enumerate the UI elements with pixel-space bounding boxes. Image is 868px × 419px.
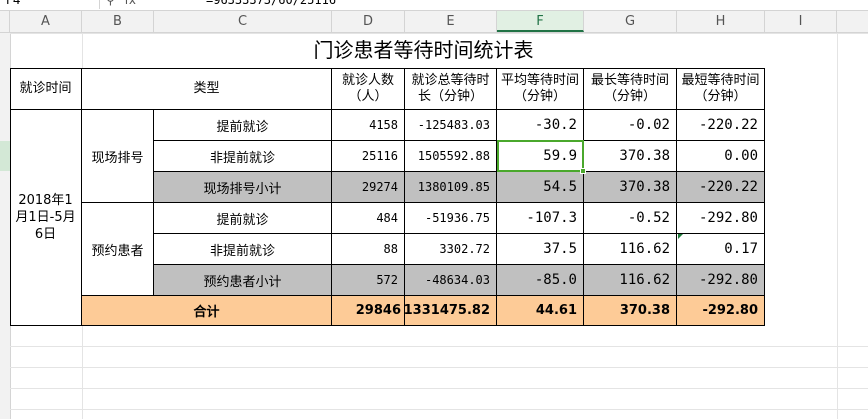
column-header-b[interactable]: B: [82, 11, 154, 32]
column-header-c[interactable]: C: [154, 11, 332, 32]
avg-wait-cell-active[interactable]: 59.9: [497, 141, 584, 172]
min-wait-cell[interactable]: -292.80: [677, 265, 765, 296]
gridline: [10, 409, 868, 410]
visits-cell[interactable]: 484: [332, 203, 405, 234]
total-wait-cell[interactable]: 1505592.88: [405, 141, 497, 172]
gridline: [837, 33, 838, 419]
row-label-cell[interactable]: 非提前就诊: [154, 234, 332, 265]
max-wait-cell[interactable]: 116.62: [584, 265, 677, 296]
fx-area: ⚲ fx: [100, 0, 200, 9]
selected-row-marker: [0, 141, 10, 171]
max-wait-cell[interactable]: 370.38: [584, 172, 677, 203]
sheet-title[interactable]: 门诊患者等待时间统计表: [82, 33, 765, 68]
max-wait-cell[interactable]: -0.02: [584, 110, 677, 141]
row-label-cell[interactable]: 提前就诊: [154, 110, 332, 141]
visits-cell[interactable]: 4158: [332, 110, 405, 141]
column-header-e[interactable]: E: [405, 11, 497, 32]
max-wait-cell[interactable]: 116.62: [584, 234, 677, 265]
gridline: [10, 388, 868, 389]
min-wait-cell[interactable]: -220.22: [677, 110, 765, 141]
visits-cell[interactable]: 572: [332, 265, 405, 296]
column-header-i[interactable]: I: [765, 11, 837, 32]
gridline: [10, 367, 868, 368]
subtotal-label-cell[interactable]: 预约患者小计: [154, 265, 332, 296]
visits-cell[interactable]: 29274: [332, 172, 405, 203]
total-label-cell[interactable]: 合计: [82, 296, 332, 326]
column-header-a[interactable]: A: [10, 11, 82, 32]
total-wait-cell[interactable]: -48634.03: [405, 265, 497, 296]
total-wait-cell[interactable]: 1380109.85: [405, 172, 497, 203]
column-header-f[interactable]: F: [497, 11, 584, 32]
select-all-corner[interactable]: [0, 11, 10, 32]
min-wait-cell[interactable]: 0.17: [677, 234, 765, 265]
header-visit-time[interactable]: 就诊时间: [10, 68, 82, 110]
total-avg-wait-cell[interactable]: 44.61: [497, 296, 584, 326]
header-max-wait[interactable]: 最长等待时间（分钟）: [584, 68, 677, 110]
total-wait-cell[interactable]: -51936.75: [405, 203, 497, 234]
visits-cell[interactable]: 88: [332, 234, 405, 265]
avg-wait-cell[interactable]: 54.5: [497, 172, 584, 203]
group-appointment-cell[interactable]: 预约患者: [82, 203, 154, 296]
avg-wait-cell[interactable]: -85.0: [497, 265, 584, 296]
header-type[interactable]: 类型: [82, 68, 332, 110]
total-visits-cell[interactable]: 29846: [332, 296, 405, 326]
visits-cell[interactable]: 25116: [332, 141, 405, 172]
total-total-wait-cell[interactable]: 1331475.82: [404, 296, 497, 326]
error-indicator-icon: [678, 234, 683, 239]
name-box[interactable]: F4: [0, 0, 100, 9]
avg-wait-cell[interactable]: -30.2: [497, 110, 584, 141]
total-wait-cell[interactable]: -125483.03: [405, 110, 497, 141]
max-wait-cell[interactable]: -0.52: [584, 203, 677, 234]
header-visits[interactable]: 就诊人数（人）: [332, 68, 405, 110]
min-wait-cell[interactable]: 0.00: [677, 141, 765, 172]
avg-wait-cell[interactable]: 37.5: [497, 234, 584, 265]
column-header-g[interactable]: G: [584, 11, 677, 32]
header-min-wait[interactable]: 最短等待时间（分钟）: [677, 68, 765, 110]
max-wait-cell[interactable]: 370.38: [584, 141, 677, 172]
min-wait-cell[interactable]: -292.80: [677, 203, 765, 234]
min-wait-cell[interactable]: -220.22: [677, 172, 765, 203]
fill-handle[interactable]: [580, 168, 586, 174]
subtotal-label-cell[interactable]: 现场排号小计: [154, 172, 332, 203]
row-label-cell[interactable]: 非提前就诊: [154, 141, 332, 172]
row-label-cell[interactable]: 提前就诊: [154, 203, 332, 234]
column-headers: A B C D E F G H I: [0, 11, 868, 33]
gridline: [10, 346, 868, 347]
total-wait-cell[interactable]: 3302.72: [405, 234, 497, 265]
formula-bar: F4 ⚲ fx =96333373/60/25116: [0, 0, 868, 11]
total-min-wait-cell[interactable]: -292.80: [677, 296, 765, 326]
search-icon[interactable]: ⚲: [106, 0, 115, 7]
formula-input[interactable]: =96333373/60/25116: [206, 0, 336, 9]
column-header-d[interactable]: D: [332, 11, 405, 32]
header-total-wait[interactable]: 就诊总等待时长（分钟）: [405, 68, 497, 110]
period-cell[interactable]: 2018年1月1日-5月6日: [10, 110, 82, 326]
fx-icon[interactable]: fx: [125, 0, 136, 7]
column-header-h[interactable]: H: [677, 11, 765, 32]
header-avg-wait[interactable]: 平均等待时间（分钟）: [497, 68, 584, 110]
avg-wait-cell[interactable]: -107.3: [497, 203, 584, 234]
group-onsite-cell[interactable]: 现场排号: [82, 110, 154, 203]
total-max-wait-cell[interactable]: 370.38: [584, 296, 677, 326]
